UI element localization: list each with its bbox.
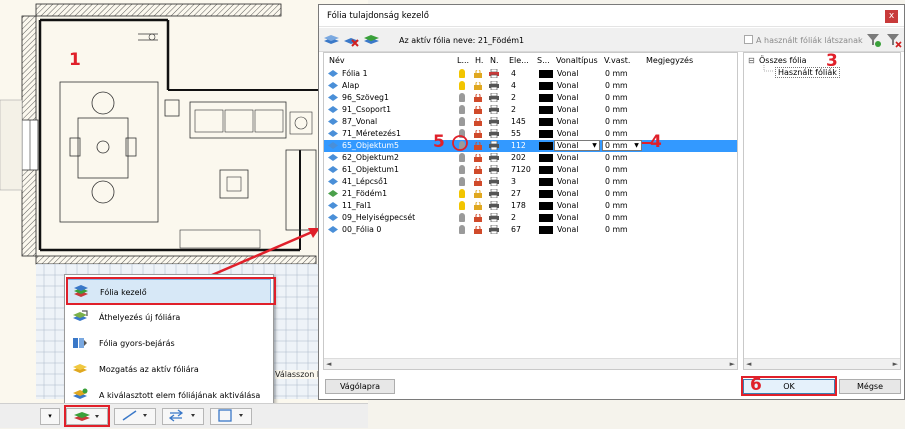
annotation-circle-visibility [452, 135, 468, 151]
annotation-highlight-ok [741, 376, 837, 396]
annotation-overlays [452, 135, 837, 396]
